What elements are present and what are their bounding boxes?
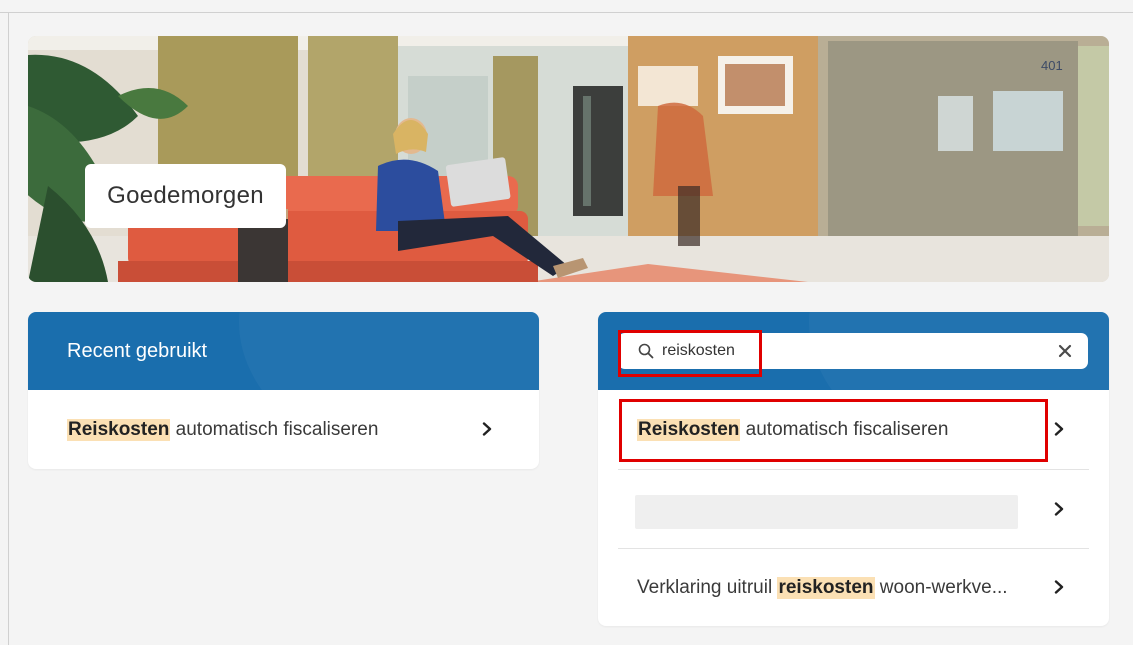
recent-item-highlight: Reiskosten — [67, 418, 171, 441]
frame-top-border — [0, 12, 1133, 13]
recent-card-header: Recent gebruikt — [28, 312, 539, 390]
hero-banner: 401 Goedemorgen — [28, 36, 1109, 282]
search-result-3-prefix: Verklaring uitruil — [637, 576, 778, 598]
recent-card: Recent gebruikt Reiskosten automatisch f… — [28, 312, 539, 469]
search-card: Reiskosten automatisch fiscaliseren Verk… — [598, 312, 1109, 626]
recent-item[interactable]: Reiskosten automatisch fiscaliseren — [28, 390, 539, 469]
clear-icon[interactable] — [1058, 344, 1072, 363]
search-result-3-highlight: reiskosten — [777, 576, 875, 599]
recent-card-title: Recent gebruikt — [67, 339, 208, 362]
search-result-3[interactable]: Verklaring uitruil reiskosten woon-werkv… — [598, 549, 1109, 626]
search-input[interactable] — [662, 333, 1042, 369]
redacted-result-bar — [635, 495, 1018, 529]
greeting-label: Goedemorgen — [85, 164, 286, 228]
chevron-right-icon — [479, 421, 495, 437]
frame-left-border — [8, 12, 9, 645]
recent-item-text: automatisch fiscaliseren — [170, 418, 379, 440]
search-result-3-text: woon-werkve... — [874, 576, 1008, 598]
search-icon — [638, 343, 654, 364]
search-card-header — [598, 312, 1109, 390]
search-result-1-highlight: Reiskosten — [637, 418, 741, 441]
chevron-right-icon — [1051, 501, 1067, 517]
hero-photo: 401 — [28, 36, 1109, 282]
search-result-1-text: automatisch fiscaliseren — [740, 418, 949, 440]
chevron-right-icon — [1051, 579, 1067, 595]
chevron-right-icon — [1051, 421, 1067, 437]
search-result-1[interactable]: Reiskosten automatisch fiscaliseren — [598, 390, 1109, 469]
room-number: 401 — [1041, 58, 1063, 73]
search-box[interactable] — [618, 333, 1088, 369]
